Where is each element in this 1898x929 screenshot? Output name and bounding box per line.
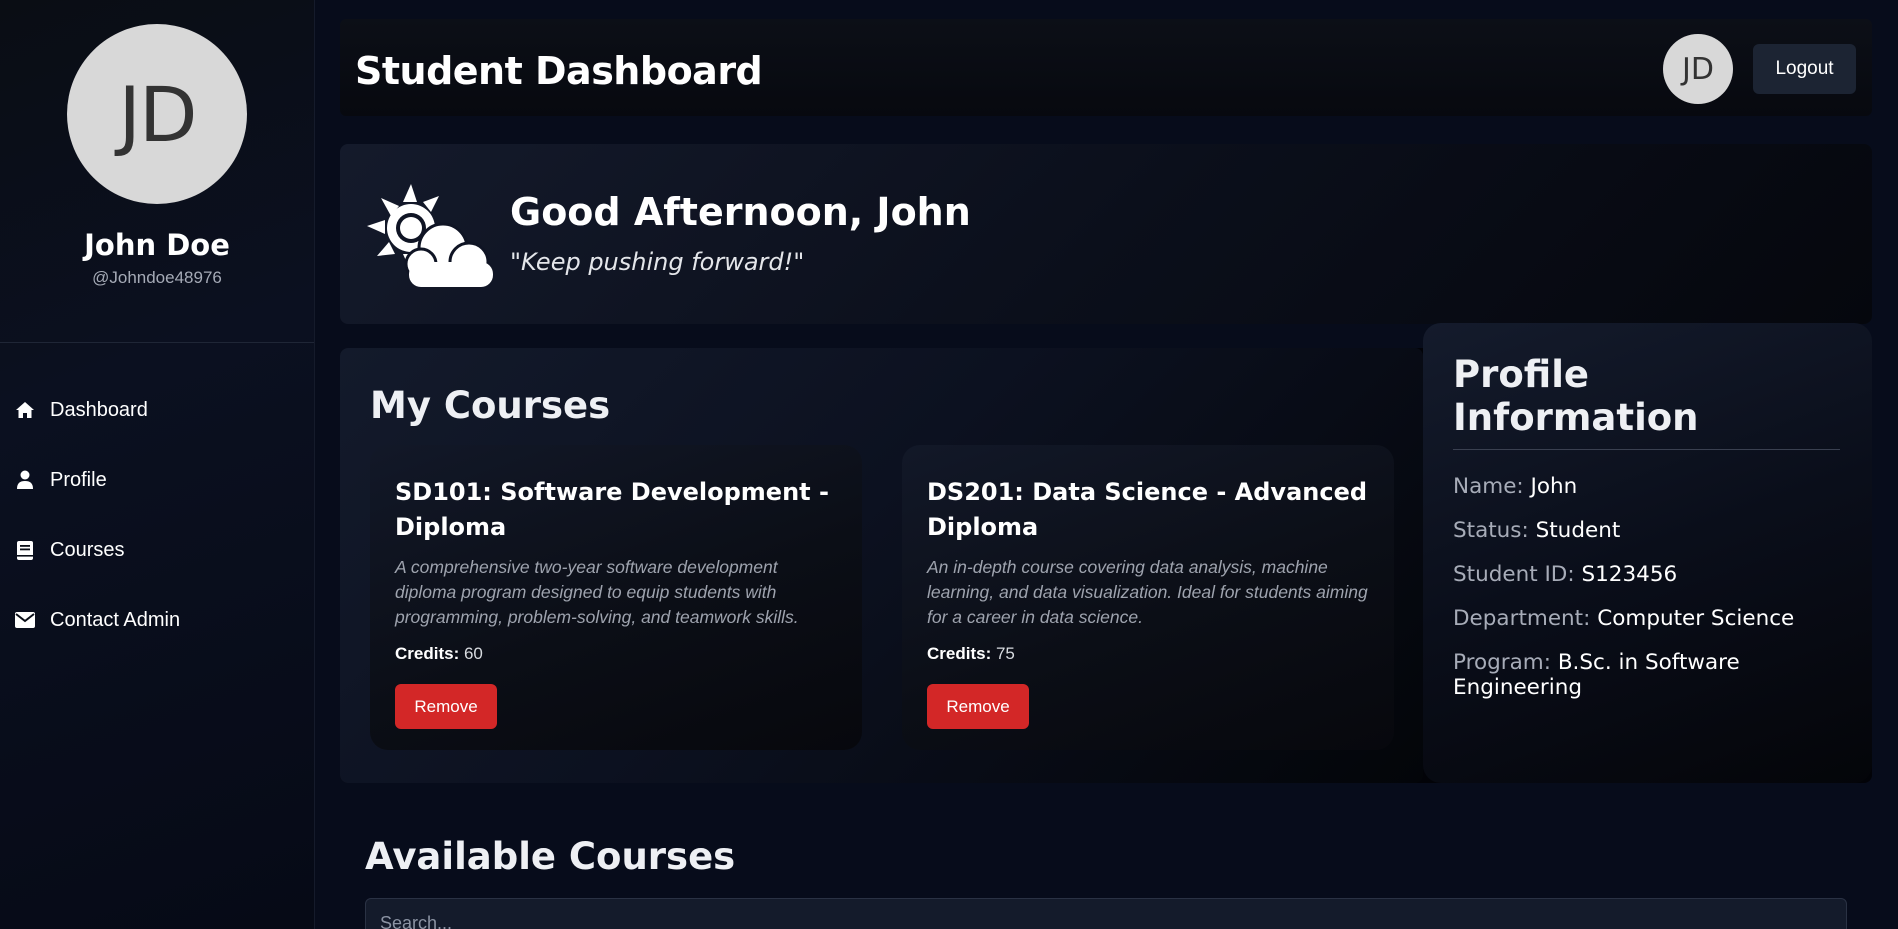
sidebar-item-contact-admin[interactable]: Contact Admin [0,585,314,655]
sidebar-item-label: Contact Admin [50,608,181,631]
credits-value: 75 [995,644,1015,663]
motivational-quote: "Keep pushing forward!" [510,248,805,276]
user-icon [14,469,36,491]
sidebar-item-label: Profile [50,468,107,491]
header-avatar[interactable]: JD [1663,34,1733,104]
home-icon [14,399,36,421]
remove-course-button[interactable]: Remove [395,684,497,729]
profile-row-program: Program: B.Sc. in Software Engineering [1453,650,1842,700]
remove-course-button[interactable]: Remove [927,684,1029,729]
profile-row-student-id: Student ID: S123456 [1453,562,1842,587]
page-title: Student Dashboard [355,49,763,93]
course-credits: Credits: 60 [395,644,837,664]
profile-value: Student [1535,518,1621,543]
course-title: SD101: Software Development - Diploma [395,478,829,541]
profile-label: Program: [1453,650,1551,675]
profile-label: Department: [1453,606,1591,631]
course-credits: Credits: 75 [927,644,1369,664]
user-handle: @Johndoe48976 [92,268,222,287]
profile-title: Profile Information [1453,353,1840,450]
course-card: SD101: Software Development - Diploma A … [370,445,862,750]
profile-label: Name: [1453,474,1524,499]
top-header: Student Dashboard JD Logout [340,19,1872,116]
sidebar-item-label: Dashboard [50,398,148,421]
sidebar-profile: JD John Doe @Johndoe48976 [0,24,314,343]
book-icon [14,539,36,561]
profile-information-panel: Profile Information Name: John Status: S… [1423,323,1872,783]
profile-value: Computer Science [1597,606,1795,631]
user-name: John Doe [84,228,230,262]
sidebar-nav: Dashboard Profile Courses Contact Admin [0,375,314,655]
sidebar-item-dashboard[interactable]: Dashboard [0,375,314,445]
profile-row-department: Department: Computer Science [1453,606,1842,631]
available-courses-title: Available Courses [365,835,736,878]
sidebar-item-courses[interactable]: Courses [0,515,314,585]
credits-value: 60 [463,644,483,663]
greeting-title: Good Afternoon, John [510,190,971,234]
profile-value: John [1530,474,1578,499]
course-card: DS201: Data Science - Advanced Diploma A… [902,445,1394,750]
profile-label: Status: [1453,518,1529,543]
credits-label: Credits: [395,644,460,663]
logout-button[interactable]: Logout [1753,44,1856,94]
sidebar-item-profile[interactable]: Profile [0,445,314,515]
profile-row-name: Name: John [1453,474,1842,499]
course-title: DS201: Data Science - Advanced Diploma [927,478,1368,541]
credits-label: Credits: [927,644,992,663]
sidebar-item-label: Courses [50,538,125,561]
my-courses-title: My Courses [370,384,611,427]
envelope-icon [14,609,36,631]
greeting-card: Good Afternoon, John "Keep pushing forwa… [340,144,1872,324]
course-description: An in-depth course covering data analysi… [927,557,1368,627]
profile-row-status: Status: Student [1453,518,1842,543]
sidebar: JD John Doe @Johndoe48976 Dashboard Prof… [0,0,315,929]
profile-value: S123456 [1581,562,1678,587]
avatar[interactable]: JD [67,24,247,204]
course-description: A comprehensive two-year software develo… [395,557,799,627]
courses-profile-section: My Courses SD101: Software Development -… [340,323,1872,783]
profile-label: Student ID: [1453,562,1575,587]
course-search-input[interactable] [365,898,1847,929]
my-courses-panel: My Courses SD101: Software Development -… [340,348,1423,783]
partly-cloudy-icon [367,184,493,288]
